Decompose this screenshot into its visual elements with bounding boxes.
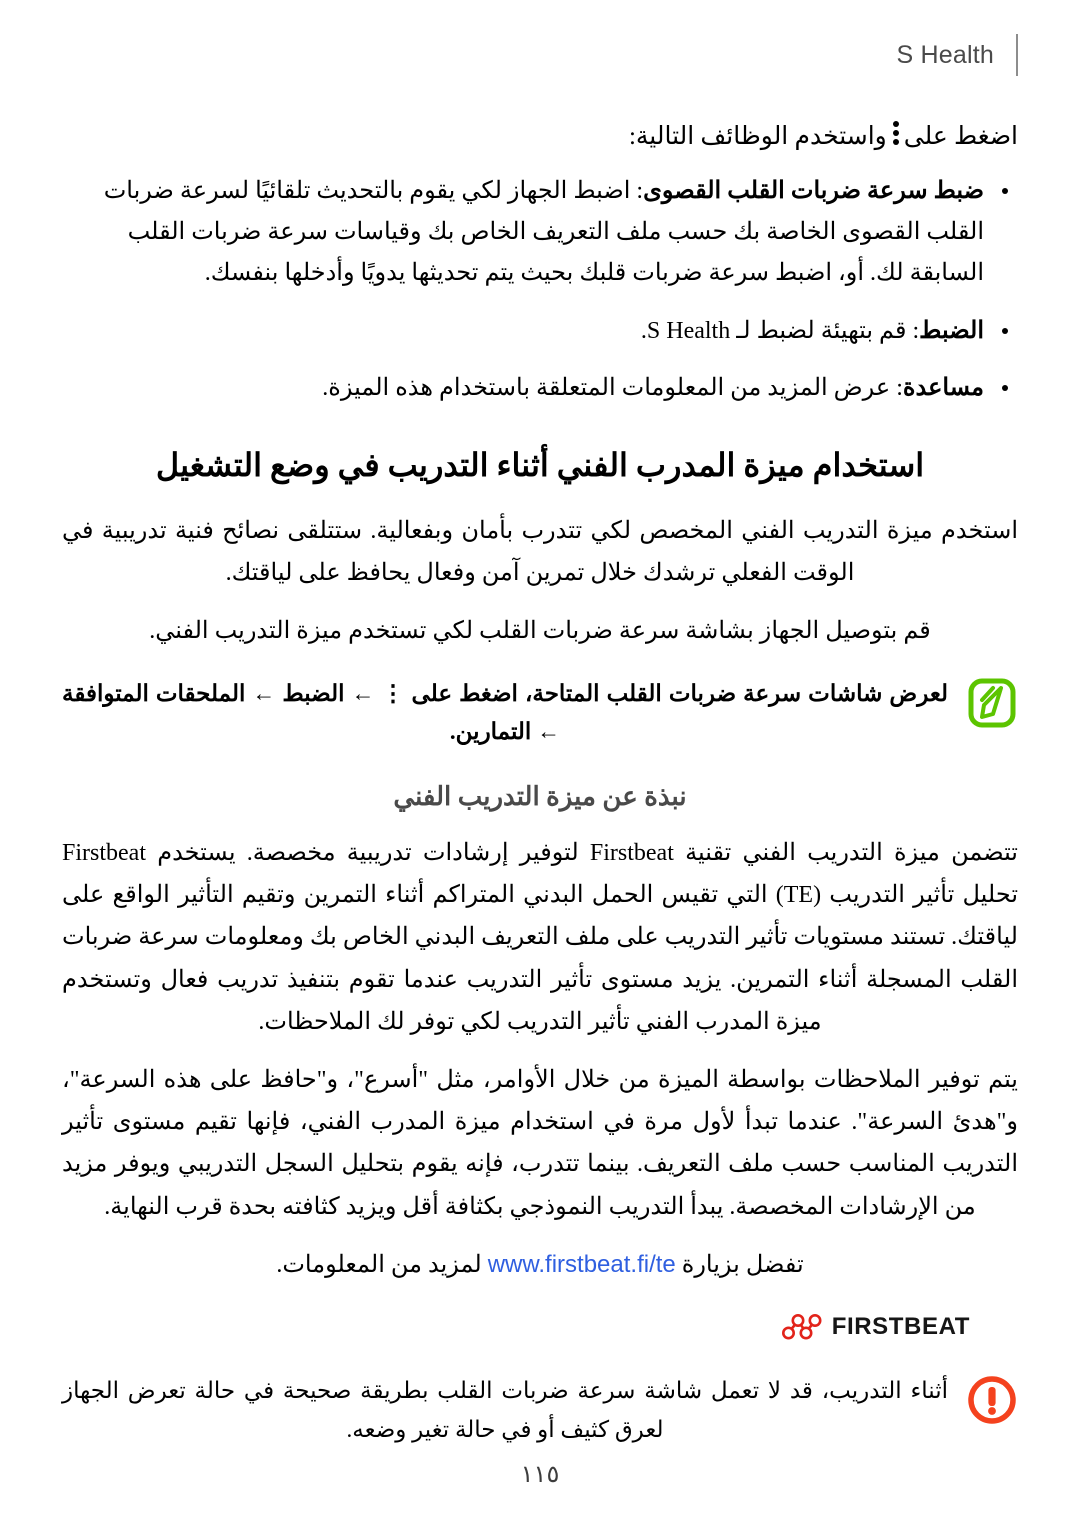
list-item-text: : عرض المزيد من المعلومات المتعلقة باستخ… bbox=[322, 374, 903, 401]
function-list: ضبط سرعة ضربات القلب القصوى: اضبط الجهاز… bbox=[62, 171, 1018, 409]
about-sub-heading: نبذة عن ميزة التدريب الفني bbox=[393, 781, 687, 811]
manual-page: S Health اضغط على واستخدم الوظائف التالية… bbox=[0, 0, 1080, 1527]
firstbeat-node-mark-icon bbox=[780, 1312, 824, 1342]
list-item-label: الضبط bbox=[919, 317, 984, 344]
intro-instruction-line: اضغط على واستخدم الوظائف التالية: bbox=[62, 118, 1018, 157]
header-divider-rule bbox=[1016, 34, 1018, 76]
list-item: ضبط سرعة ضربات القلب القصوى: اضبط الجهاز… bbox=[62, 171, 1018, 295]
note-callout-text: لعرض شاشات سرعة ضربات القلب المتاحة، اضغ… bbox=[62, 680, 948, 745]
caution-exclamation-icon bbox=[966, 1374, 1018, 1426]
caution-callout-text: أثناء التدريب، قد لا تعمل شاشة سرعة ضربا… bbox=[62, 1378, 948, 1442]
firstbeat-link[interactable]: www.firstbeat.fi/te bbox=[488, 1244, 676, 1286]
about-paragraph-1: تتضمن ميزة التدريب الفني تقنية Firstbeat… bbox=[62, 839, 1018, 1035]
more-options-icon bbox=[892, 121, 899, 145]
section-paragraph-2: قم بتوصيل الجهاز بشاشة سرعة ضربات القلب … bbox=[149, 618, 931, 645]
section-paragraph-1: استخدم ميزة التدريب الفني المخصص لكي تتد… bbox=[62, 517, 1018, 587]
page-content: اضغط على واستخدم الوظائف التالية: ضبط سرع… bbox=[62, 118, 1018, 1459]
header-title: S Health bbox=[896, 40, 994, 69]
caution-callout: أثناء التدريب، قد لا تعمل شاشة سرعة ضربا… bbox=[62, 1372, 1018, 1449]
link-line-suffix: لمزيد من المعلومات. bbox=[276, 1251, 482, 1278]
page-number: ١١٥ bbox=[520, 1462, 560, 1488]
firstbeat-logo: FIRSTBEAT bbox=[780, 1312, 970, 1342]
firstbeat-wordmark: FIRSTBEAT bbox=[831, 1313, 970, 1341]
list-item-label: مساعدة bbox=[902, 374, 984, 401]
intro-text-before-icon: اضغط على bbox=[903, 123, 1018, 150]
intro-text-after-icon: واستخدم الوظائف التالية: bbox=[628, 123, 887, 150]
list-item-label: ضبط سرعة ضربات القلب القصوى bbox=[643, 177, 984, 204]
note-pencil-icon bbox=[966, 677, 1018, 729]
about-link-line: تفضل بزيارة www.firstbeat.fi/te لمزيد من… bbox=[62, 1244, 1018, 1286]
firstbeat-logo-row: FIRSTBEAT bbox=[62, 1312, 1018, 1342]
about-paragraph-2: يتم توفير الملاحظات بواسطة الميزة من خلا… bbox=[62, 1067, 1018, 1220]
list-item: مساعدة: عرض المزيد من المعلومات المتعلقة… bbox=[62, 368, 1018, 409]
link-line-prefix: تفضل بزيارة bbox=[681, 1251, 804, 1278]
list-item: الضبط: قم بتهيئة لضبط لـ S Health. bbox=[62, 311, 1018, 352]
list-item-text: : قم بتهيئة لضبط لـ S Health. bbox=[640, 317, 920, 344]
note-callout: لعرض شاشات سرعة ضربات القلب المتاحة، اضغ… bbox=[62, 675, 1018, 752]
page-header: S Health bbox=[896, 34, 1018, 76]
section-heading: استخدام ميزة المدرب الفني أثناء التدريب … bbox=[155, 447, 925, 484]
